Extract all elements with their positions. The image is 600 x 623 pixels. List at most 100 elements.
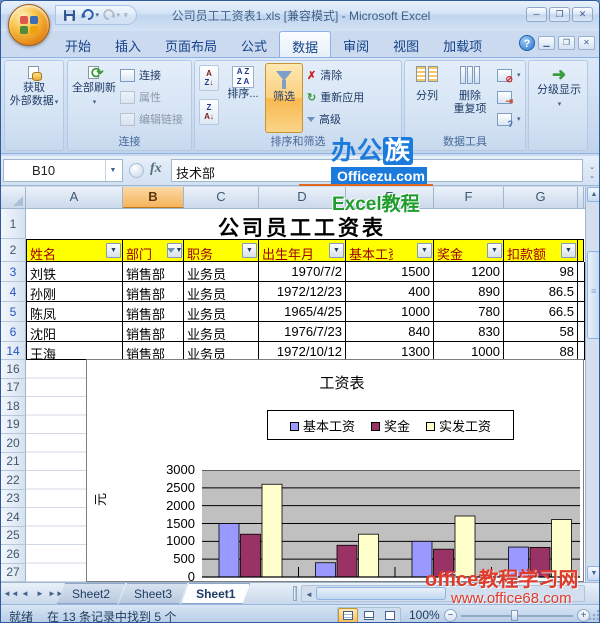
row-header-14[interactable]: 14 — [1, 342, 26, 360]
what-if-analysis-button[interactable]: ? ▾ — [497, 109, 521, 129]
outline-button[interactable]: ➜ 分级显示 ▾ — [536, 63, 582, 133]
close-button[interactable]: ✕ — [572, 7, 593, 22]
filter-dropdown-职务[interactable]: ▼ — [242, 243, 257, 258]
row-header-1[interactable]: 1 — [1, 209, 26, 239]
ribbon-tab-数据[interactable]: 数据 — [279, 31, 332, 57]
cell-r3-c4[interactable]: 1500 — [346, 262, 434, 282]
cell-r3-c2[interactable]: 业务员 — [184, 262, 259, 282]
worksheet-grid[interactable]: 1 2 3 4 5 6 14 16 17 18 19 20 21 22 23 24 25 26 27 公司员工工资表… — [1, 209, 585, 582]
sheet-tab-Sheet1[interactable]: Sheet1 — [181, 583, 250, 604]
sort-ascending-button[interactable]: A Z↓ — [199, 65, 219, 91]
row-header-18[interactable]: 18 — [1, 397, 26, 416]
column-header-B[interactable]: B — [123, 187, 184, 208]
properties-button[interactable]: 属性 — [120, 87, 161, 107]
advanced-button[interactable]: 高级 — [307, 109, 341, 129]
row-header-20[interactable]: 20 — [1, 434, 26, 453]
cell-r5-c6[interactable]: 66.5 — [504, 302, 578, 322]
cell-r14-c6[interactable]: 88 — [504, 342, 578, 360]
cell-r5-c5[interactable]: 780 — [434, 302, 504, 322]
zoom-level[interactable]: 100% — [409, 608, 440, 622]
row-header-4[interactable]: 4 — [1, 282, 26, 302]
sort-descending-button[interactable]: Z A↓ — [199, 99, 219, 125]
ribbon-tab-页面布局[interactable]: 页面布局 — [153, 31, 229, 57]
reapply-button[interactable]: ↻ 重新应用 — [307, 87, 364, 107]
filter-dropdown-基本工资[interactable]: ▼ — [417, 243, 432, 258]
cell-r14-c1[interactable]: 销售部 — [123, 342, 184, 360]
cell-r6-c4[interactable]: 840 — [346, 322, 434, 342]
row-header-17[interactable]: 17 — [1, 378, 26, 397]
cell-r4-c3[interactable]: 1972/12/23 — [259, 282, 346, 302]
minimize-button[interactable]: ─ — [526, 7, 547, 22]
row-header-22[interactable]: 22 — [1, 471, 26, 490]
cell-r14-c4[interactable]: 1300 — [346, 342, 434, 360]
cell-r5-c0[interactable]: 陈凤 — [26, 302, 123, 322]
row-header-16[interactable]: 16 — [1, 360, 26, 379]
ribbon-tab-视图[interactable]: 视图 — [381, 31, 431, 57]
cell-r5-c3[interactable]: 1965/4/25 — [259, 302, 346, 322]
column-header-partial[interactable] — [578, 187, 584, 208]
next-sheet-icon[interactable]: ► — [33, 586, 47, 601]
ribbon-tab-审阅[interactable]: 审阅 — [331, 31, 381, 57]
row-header-27[interactable]: 27 — [1, 563, 26, 582]
text-to-columns-button[interactable]: 分列 — [408, 63, 446, 133]
cell-r6-c2[interactable]: 业务员 — [184, 322, 259, 342]
cell-r3-c0[interactable]: 刘铁 — [26, 262, 123, 282]
page-break-view-button[interactable] — [380, 608, 400, 622]
row-header-3[interactable]: 3 — [1, 262, 26, 282]
sheet-tab-Sheet2[interactable]: Sheet2 — [57, 583, 125, 604]
expand-formula-bar-icon[interactable]: ⌄ ⌄ — [585, 159, 599, 182]
row-header-6[interactable]: 6 — [1, 322, 26, 342]
zoom-out-icon[interactable]: − — [444, 609, 457, 622]
name-box-dropdown-icon[interactable]: ▼ — [105, 160, 120, 181]
sheet-tab-Sheet3[interactable]: Sheet3 — [119, 583, 187, 604]
scroll-left-icon[interactable]: ◄ — [302, 587, 316, 602]
cell-r4-c4[interactable]: 400 — [346, 282, 434, 302]
cell-r3-c3[interactable]: 1970/7/2 — [259, 262, 346, 282]
cell-r4-c6[interactable]: 86.5 — [504, 282, 578, 302]
connections-button[interactable]: 连接 — [120, 65, 161, 85]
filter-dropdown-奖金[interactable]: ▼ — [487, 243, 502, 258]
get-external-data-button[interactable]: 获取 外部数据▾ — [10, 63, 58, 133]
cell-r3-c6[interactable]: 98 — [504, 262, 578, 282]
cell-r4-c7[interactable] — [578, 282, 585, 302]
ribbon-tab-插入[interactable]: 插入 — [103, 31, 153, 57]
office-button[interactable] — [8, 4, 50, 46]
cell-r5-c1[interactable]: 销售部 — [123, 302, 184, 322]
ribbon-tab-加载项[interactable]: 加载项 — [431, 31, 494, 57]
zoom-slider-thumb[interactable] — [511, 610, 518, 621]
cell-r14-c0[interactable]: 王海 — [26, 342, 123, 360]
filter-dropdown-姓名[interactable]: ▼ — [106, 243, 121, 258]
filter-dropdown-扣款额[interactable]: ▼ — [561, 243, 576, 258]
cell-r4-c0[interactable]: 孙刚 — [26, 282, 123, 302]
first-sheet-icon[interactable]: ◄◄ — [3, 586, 19, 601]
row-header-24[interactable]: 24 — [1, 508, 26, 527]
cell-r3-c5[interactable]: 1200 — [434, 262, 504, 282]
page-layout-view-button[interactable] — [359, 608, 379, 622]
cell-r6-c1[interactable]: 销售部 — [123, 322, 184, 342]
select-all-corner[interactable] — [1, 187, 26, 208]
column-header-A[interactable]: A — [26, 187, 123, 208]
cell-r6-c0[interactable]: 沈阳 — [26, 322, 123, 342]
row-header-26[interactable]: 26 — [1, 545, 26, 564]
data-validation-button[interactable]: ⊘ ▾ — [497, 65, 521, 85]
cell-r14-c3[interactable]: 1972/10/12 — [259, 342, 346, 360]
help-icon[interactable]: ? — [519, 35, 535, 51]
prev-sheet-icon[interactable]: ◄ — [18, 586, 32, 601]
cell-r4-c2[interactable]: 业务员 — [184, 282, 259, 302]
remove-duplicates-button[interactable]: 删除 重复项 — [448, 63, 492, 133]
cell-r5-c4[interactable]: 1000 — [346, 302, 434, 322]
cell-r5-c2[interactable]: 业务员 — [184, 302, 259, 322]
row-header-2[interactable]: 2 — [1, 239, 26, 262]
clear-filter-button[interactable]: ✗ 清除 — [307, 65, 342, 85]
sort-button[interactable]: A ZZ A 排序... — [223, 63, 263, 133]
refresh-all-button[interactable]: ⟳ 全部刷新 ▾ — [71, 63, 117, 133]
cell-r5-c7[interactable] — [578, 302, 585, 322]
filter-dropdown-部门[interactable]: ▼ — [166, 243, 182, 258]
ribbon-tab-开始[interactable]: 开始 — [53, 31, 103, 57]
consolidate-button[interactable]: ⇥ — [497, 87, 513, 107]
insert-function-icon[interactable]: fx — [150, 161, 162, 177]
workbook-restore-button[interactable]: ❐ — [558, 36, 575, 50]
column-header-G[interactable]: G — [504, 187, 578, 208]
cell-r6-c5[interactable]: 830 — [434, 322, 504, 342]
cell-r3-c7[interactable] — [578, 262, 585, 282]
